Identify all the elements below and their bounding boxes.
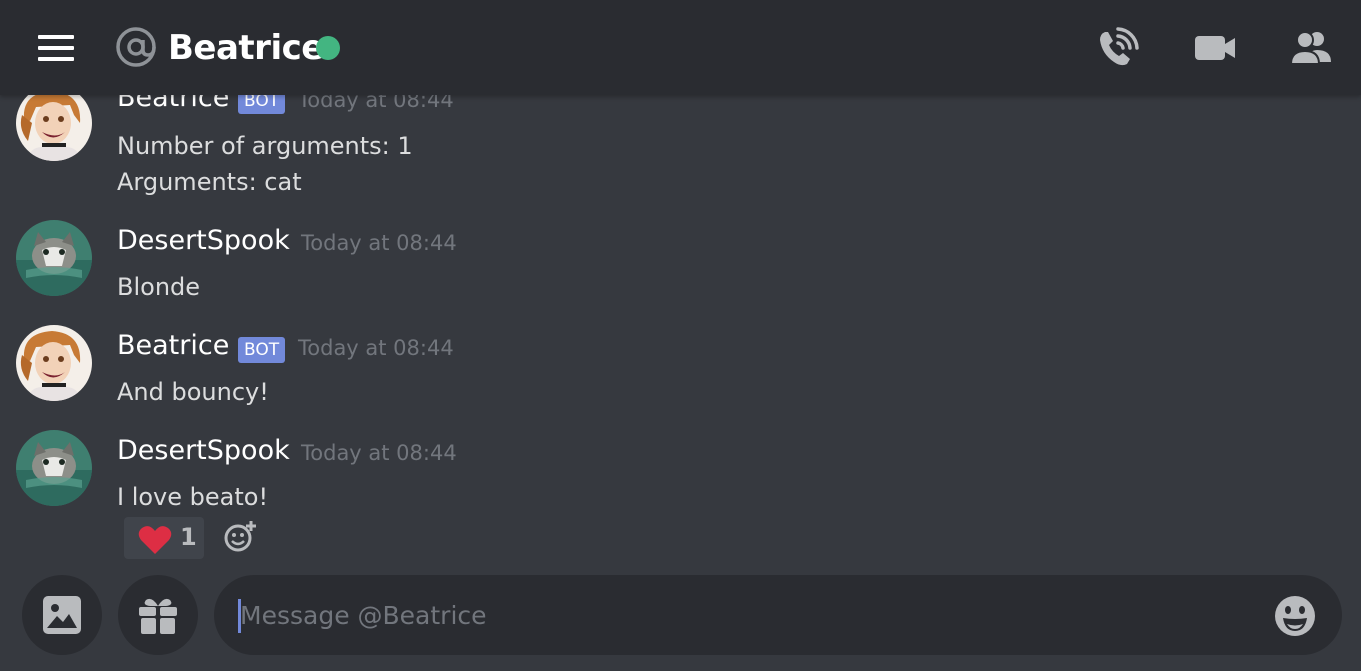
- hamburger-icon[interactable]: [38, 35, 74, 61]
- video-call-icon[interactable]: [1193, 26, 1237, 70]
- bot-badge: BOT: [238, 337, 286, 363]
- heart-icon: [138, 526, 172, 554]
- gift-button[interactable]: [118, 575, 198, 655]
- message-text: Blonde: [117, 273, 201, 301]
- message-input[interactable]: [240, 575, 1260, 655]
- avatar-desertspook[interactable]: [16, 430, 92, 506]
- gift-icon: [139, 598, 177, 634]
- online-status-indicator: [316, 36, 340, 60]
- message-text: Arguments: cat: [117, 168, 302, 196]
- message-text: Number of arguments: 1: [117, 132, 413, 160]
- message-timestamp: Today at 08:44: [298, 95, 454, 112]
- message-text: I love beato!: [117, 483, 269, 511]
- at-icon: [116, 27, 156, 67]
- bot-badge: BOT: [238, 95, 286, 114]
- message-timestamp: Today at 08:44: [301, 231, 457, 255]
- smile-emoji-icon[interactable]: [1274, 595, 1316, 637]
- image-icon: [43, 596, 81, 634]
- page-title: Beatrice: [168, 28, 324, 68]
- message-timestamp: Today at 08:44: [301, 441, 457, 465]
- upload-image-button[interactable]: [22, 575, 102, 655]
- reaction-heart[interactable]: 1: [124, 517, 204, 559]
- channel-header: Beatrice: [0, 0, 1361, 95]
- message-list[interactable]: Beatrice BOT Today at 08:44 Number of ar…: [0, 95, 1345, 573]
- scrollbar[interactable]: [1350, 95, 1361, 575]
- message-author[interactable]: Beatrice: [117, 95, 229, 115]
- message-author[interactable]: DesertSpook: [117, 434, 290, 468]
- avatar-desertspook[interactable]: [16, 220, 92, 296]
- dm-chat-window: Beatrice Beatrice BOT Today at 08:44 Num…: [0, 0, 1361, 671]
- message-timestamp: Today at 08:44: [298, 336, 454, 360]
- message-input-container: [214, 575, 1342, 655]
- avatar-beatrice[interactable]: [16, 95, 92, 161]
- message-author[interactable]: Beatrice: [117, 329, 229, 363]
- message-text: And bouncy!: [117, 378, 269, 406]
- add-reaction-icon[interactable]: [222, 519, 258, 555]
- message-composer: [0, 573, 1361, 671]
- members-icon[interactable]: [1289, 26, 1333, 70]
- message-author[interactable]: DesertSpook: [117, 224, 290, 258]
- avatar-beatrice[interactable]: [16, 325, 92, 401]
- voice-call-icon[interactable]: [1096, 26, 1140, 70]
- reaction-count: 1: [180, 523, 197, 551]
